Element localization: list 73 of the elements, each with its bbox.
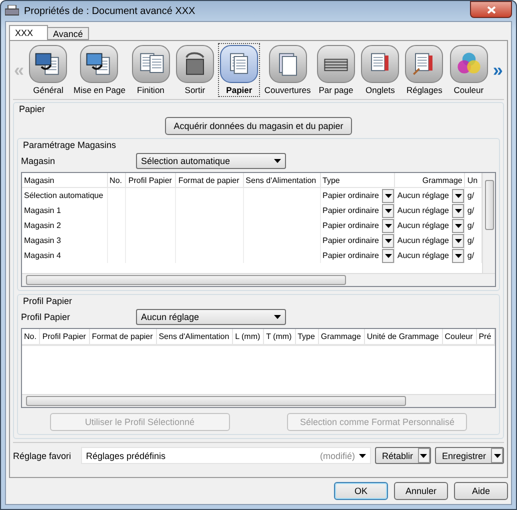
profile-dropdown[interactable]: Aucun réglage [136, 309, 286, 325]
table-cell: Magasin 3 [22, 233, 108, 248]
favorite-field[interactable]: Réglages prédéfinis (modifié) [81, 447, 371, 464]
column-header[interactable]: Grammage [318, 329, 365, 345]
column-header[interactable]: Pré [476, 329, 495, 345]
tray-dropdown[interactable]: Sélection automatique [136, 153, 286, 169]
column-header[interactable]: Magasin [22, 173, 108, 188]
column-header[interactable]: No. [22, 329, 40, 345]
caret-icon [384, 224, 392, 228]
group-title: Paramétrage Magasins [23, 140, 118, 150]
group-title: Papier [19, 104, 46, 114]
tab[interactable]: XXX [9, 25, 48, 40]
window-title: Propriétés de : Document avancé XXX [24, 6, 196, 16]
column-header[interactable]: Format de papier [176, 173, 244, 188]
field-label: Profil Papier [21, 312, 72, 322]
tab[interactable]: Avancé [47, 27, 89, 40]
caret-icon [358, 454, 366, 458]
vertical-scrollbar[interactable] [482, 173, 495, 273]
caret-icon [384, 194, 392, 198]
column-header[interactable]: Profil Papier [126, 173, 176, 188]
column-header[interactable]: Sens d'Alimentation [156, 329, 234, 345]
caret-icon [274, 315, 281, 319]
dialog-button[interactable]: Annuler [394, 482, 448, 500]
toolbar-button[interactable]: Papier [218, 43, 260, 97]
caret-icon [274, 159, 281, 163]
table-cell: Magasin 4 [22, 248, 108, 263]
close-icon [486, 6, 496, 14]
close-button[interactable] [470, 1, 512, 18]
weight-dropdown[interactable]: Aucun réglage [395, 218, 466, 233]
type-dropdown[interactable]: Papier ordinaire [320, 233, 396, 248]
caret-icon [494, 454, 500, 458]
weight-dropdown[interactable]: Aucun réglage [395, 203, 466, 218]
column-header[interactable]: Format de papier [90, 329, 157, 345]
column-header[interactable]: Unité de Grammage [364, 329, 443, 345]
column-header[interactable]: Profil Papier [40, 329, 90, 345]
field-label: Magasin [21, 156, 56, 166]
caret-icon [454, 208, 462, 212]
type-dropdown[interactable]: Papier ordinaire [320, 188, 396, 203]
scroll-right-button[interactable]: » [492, 60, 504, 80]
table-cell: Magasin 2 [22, 218, 108, 233]
caret-icon [384, 208, 392, 212]
caret-icon [384, 254, 392, 258]
field-label: Réglage favori [13, 450, 72, 460]
horizontal-scrollbar[interactable] [22, 394, 495, 407]
table-cell: Magasin 1 [22, 203, 108, 218]
weight-dropdown[interactable]: Aucun réglage [395, 233, 466, 248]
weight-dropdown[interactable]: Aucun réglage [395, 248, 466, 263]
dialog-button[interactable]: OK [334, 482, 388, 500]
type-dropdown[interactable]: Papier ordinaire [320, 248, 396, 263]
dialog-button[interactable]: Aide [454, 482, 508, 500]
column-header[interactable]: L (mm) [233, 329, 264, 345]
horizontal-scrollbar[interactable] [22, 273, 495, 286]
column-header[interactable]: Sens d'Alimentation [244, 173, 321, 188]
split-button[interactable]: Enregistrer [434, 447, 504, 464]
column-header[interactable]: T (mm) [264, 329, 296, 345]
caret-icon [384, 238, 392, 242]
caret-icon [454, 194, 462, 198]
printer-icon [5, 5, 19, 17]
column-header[interactable]: Couleur [442, 329, 477, 345]
type-dropdown[interactable]: Papier ordinaire [320, 218, 396, 233]
column-header[interactable]: Type [296, 329, 319, 345]
type-dropdown[interactable]: Papier ordinaire [320, 203, 396, 218]
weight-dropdown[interactable]: Aucun réglage [395, 188, 466, 203]
caret-icon [454, 238, 462, 242]
group-title: Profil Papier [23, 296, 74, 306]
caret-icon [454, 224, 462, 228]
caret-icon [454, 254, 462, 258]
toolbar-button[interactable]: Mise en Page [71, 43, 128, 97]
split-button[interactable]: Rétablir [374, 447, 431, 464]
caret-icon [420, 454, 428, 458]
table-cell: Sélection automatique [22, 188, 108, 203]
column-header[interactable]: No. [108, 173, 126, 188]
acquire-button[interactable]: Acquérir données du magasin et du papier [164, 117, 352, 135]
